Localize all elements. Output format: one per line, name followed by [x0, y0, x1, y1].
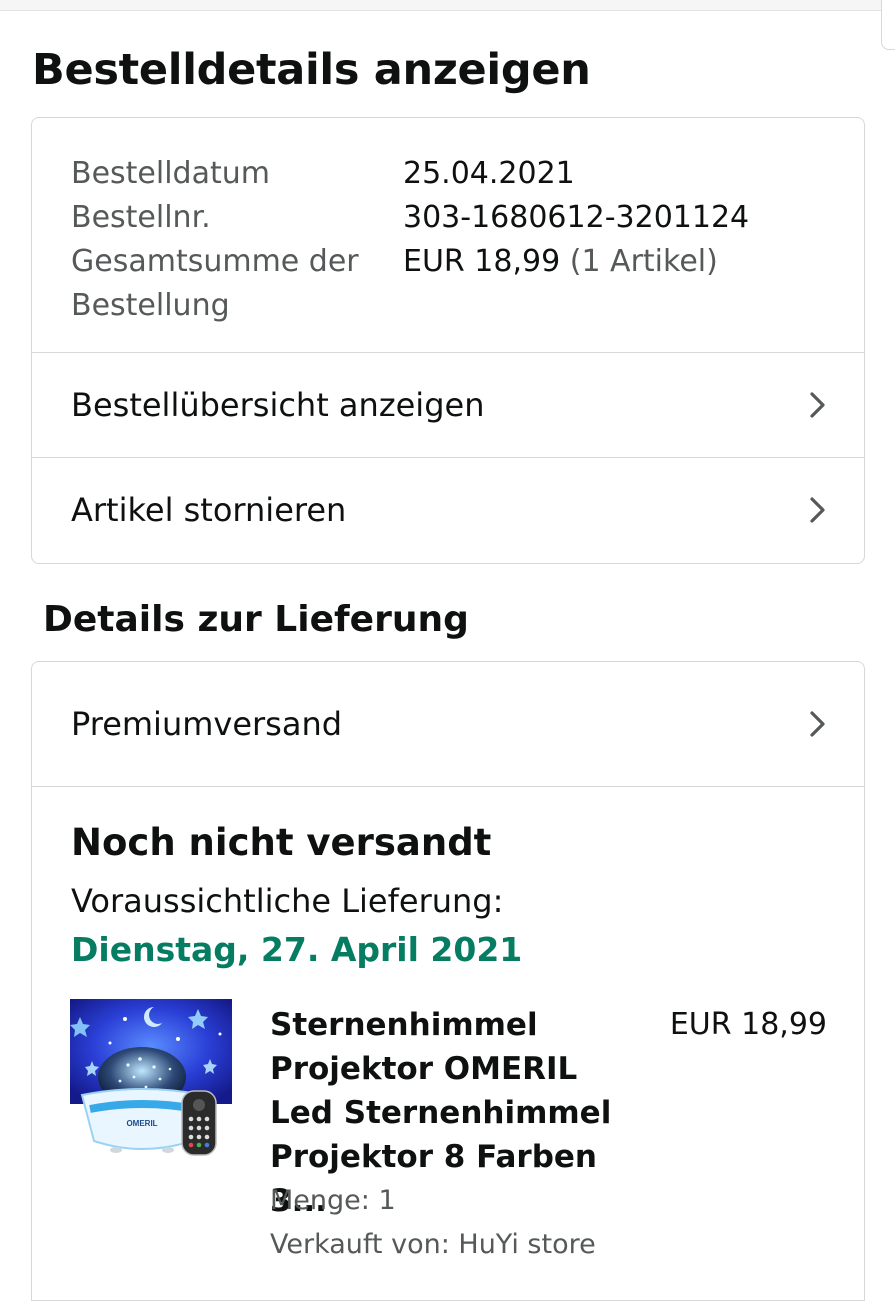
product-price: EUR 18,99 [669, 1007, 827, 1042]
cancel-items-link[interactable]: Artikel stornieren [32, 457, 864, 562]
view-order-summary-label: Bestellübersicht anzeigen [71, 386, 485, 424]
expected-delivery-date: Dienstag, 27. April 2021 [71, 930, 523, 969]
shipping-method-link[interactable]: Premiumversand [32, 662, 864, 786]
chevron-right-icon [810, 711, 825, 737]
page-title: Bestelldetails anzeigen [32, 45, 591, 95]
shipment-status: Noch nicht versandt [71, 821, 492, 864]
order-date-row: Bestelldatum 25.04.2021 [71, 152, 844, 196]
order-info: Bestelldatum 25.04.2021 Bestellnr. 303-1… [71, 152, 844, 328]
order-total-amount: EUR 18,99 [403, 244, 561, 279]
order-summary-card: Bestelldatum 25.04.2021 Bestellnr. 303-1… [31, 117, 865, 564]
expected-delivery-label: Voraussichtliche Lieferung: [71, 882, 504, 920]
cancel-items-label: Artikel stornieren [71, 491, 347, 529]
scroll-handle [881, 0, 895, 50]
product-quantity: Menge: 1 [270, 1185, 396, 1216]
chevron-right-icon [810, 392, 825, 418]
order-total-label: Gesamtsumme der Bestellung [71, 240, 403, 328]
order-number-label: Bestellnr. [71, 200, 211, 235]
order-date-value: 25.04.2021 [403, 156, 575, 191]
order-total-label-line1: Gesamtsumme der [71, 244, 359, 279]
order-date-label: Bestelldatum [71, 156, 270, 191]
shipping-method-label: Premiumversand [71, 705, 343, 743]
order-total-row: Gesamtsumme der Bestellung EUR 18,99 (1 … [71, 240, 844, 328]
order-number-row: Bestellnr. 303-1680612-3201124 [71, 196, 844, 240]
top-bar [0, 0, 895, 11]
delivery-heading: Details zur Lieferung [43, 599, 469, 640]
order-total-label-line2: Bestellung [71, 288, 230, 323]
view-order-summary-link[interactable]: Bestellübersicht anzeigen [32, 352, 864, 457]
shipment-section: Noch nicht versandt Voraussichtliche Lie… [32, 786, 864, 1260]
product-image[interactable]: OMERIL [70, 999, 232, 1161]
product-seller: Verkauft von: HuYi store [270, 1229, 596, 1260]
chevron-right-icon [810, 497, 825, 523]
order-total-value: EUR 18,99 (1 Artikel) [403, 240, 718, 328]
order-number-value: 303-1680612-3201124 [403, 200, 750, 235]
order-total-items: (1 Artikel) [569, 244, 718, 279]
product-image-brand: OMERIL [126, 1119, 157, 1128]
delivery-card: Premiumversand Noch nicht versandt Vorau… [31, 661, 865, 1301]
